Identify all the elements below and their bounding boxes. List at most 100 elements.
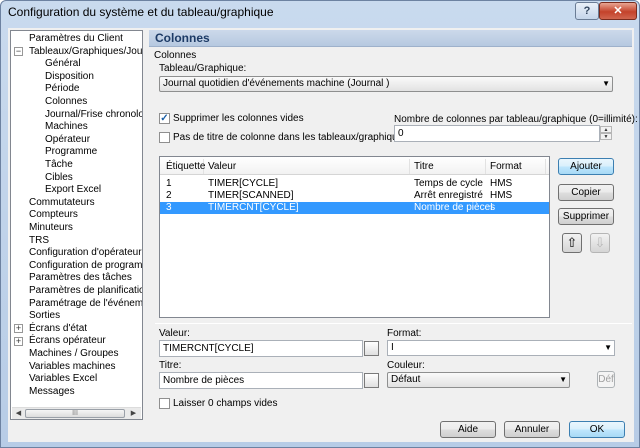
tree-item[interactable]: Tableaux/Graphiques/Journaux <box>29 46 142 58</box>
format-select[interactable]: I ▼ <box>387 340 615 356</box>
settings-tree[interactable]: Messages Variables Excel Variables machine… <box>10 30 143 420</box>
cell-tag: 1 <box>166 178 172 189</box>
tree-item[interactable]: Période <box>45 83 79 95</box>
color-select[interactable]: Défaut ▼ <box>387 372 570 388</box>
column-count-spinner[interactable]: ▲ ▼ <box>600 126 612 141</box>
tree-item[interactable]: Configuration de programme <box>29 260 142 272</box>
collapse-icon[interactable]: − <box>14 47 23 57</box>
expand-icon[interactable]: + <box>14 324 23 334</box>
tree-item[interactable]: Cibles <box>45 172 73 184</box>
tree-item[interactable]: Export Excel <box>45 184 101 196</box>
cell-tag: 3 <box>166 202 172 213</box>
spin-down-icon[interactable]: ▼ <box>600 133 612 140</box>
title-input[interactable]: Nombre de pièces <box>159 372 363 389</box>
cell-value: TIMER[SCANNED] <box>208 190 294 201</box>
tree-item[interactable]: Écrans opérateur <box>29 335 106 347</box>
cell-value: TIMERCNT[CYCLE] <box>208 202 299 213</box>
cell-tag: 2 <box>166 190 172 201</box>
tree-item[interactable]: TRS <box>29 235 49 247</box>
color-label: Couleur: <box>387 360 425 371</box>
cell-title: Temps de cycle <box>414 178 483 189</box>
tree-item[interactable]: Disposition <box>45 71 94 83</box>
cancel-button[interactable]: Annuler <box>504 421 560 438</box>
leave-zero-checkbox[interactable] <box>159 398 170 409</box>
format-value: I <box>391 342 394 353</box>
def-button[interactable]: Déf <box>597 371 615 388</box>
dialog-client-area: Messages Variables Excel Variables machine… <box>8 28 638 442</box>
columns-table[interactable]: Étiquette Valeur Titre Format 1 TIMER[CYC… <box>159 156 550 318</box>
tree-item[interactable]: Tâche <box>45 159 73 171</box>
scroll-left-icon[interactable]: ◀ <box>13 409 24 418</box>
cell-title: Arrêt enregistré <box>414 190 483 201</box>
tree-item[interactable]: Journal/Frise chronologique <box>45 109 142 121</box>
header-format[interactable]: Format <box>486 159 546 174</box>
tree-item[interactable]: Opérateur <box>45 134 90 146</box>
table-row[interactable]: 2 TIMER[SCANNED] Arrêt enregistré HMS <box>160 190 549 202</box>
tree-item[interactable]: Colonnes <box>45 96 87 108</box>
config-dialog: Configuration du système et du tableau/g… <box>0 0 640 448</box>
ok-button[interactable]: OK <box>569 421 625 438</box>
tree-item[interactable]: Variables machines <box>29 361 116 373</box>
scroll-right-icon[interactable]: ▶ <box>128 409 139 418</box>
move-up-icon[interactable]: ⇧ <box>562 233 582 253</box>
expand-icon[interactable]: + <box>14 336 23 346</box>
title-bar[interactable]: Configuration du système et du tableau/g… <box>1 1 639 23</box>
color-value: Défaut <box>391 374 421 385</box>
move-down-icon[interactable]: ⇩ <box>590 233 610 253</box>
window-title: Configuration du système et du tableau/g… <box>8 5 274 19</box>
tree-item[interactable]: Programme <box>45 146 97 158</box>
suppress-empty-label: Supprimer les colonnes vides <box>173 113 304 124</box>
search-icon[interactable] <box>364 341 379 356</box>
tree-item[interactable]: Général <box>45 58 81 70</box>
tree-item[interactable]: Configuration d'opérateur <box>29 247 142 259</box>
tree-item[interactable]: Machines / Groupes <box>29 348 119 360</box>
tree-item[interactable]: Machines <box>45 121 88 133</box>
tree-item[interactable]: Paramètres des tâches <box>29 272 132 284</box>
tree-item[interactable]: Compteurs <box>29 209 78 221</box>
chart-select[interactable]: Journal quotidien d'événements machine (… <box>159 76 613 92</box>
divider <box>155 323 632 324</box>
tree-item[interactable]: Messages <box>29 386 75 398</box>
group-label: Colonnes <box>154 50 197 61</box>
chevron-down-icon: ▼ <box>604 343 612 352</box>
title-label: Titre: <box>159 360 182 371</box>
search-icon[interactable] <box>364 373 379 388</box>
value-input[interactable]: TIMERCNT[CYCLE] <box>159 340 363 357</box>
spin-up-icon[interactable]: ▲ <box>600 126 612 133</box>
tree-item[interactable]: Paramètres du Client <box>29 33 123 45</box>
tree-item[interactable]: Minuteurs <box>29 222 73 234</box>
table-row[interactable]: 3 TIMERCNT[CYCLE] Nombre de pièces I <box>160 202 549 214</box>
scroll-thumb[interactable]: III <box>25 409 125 418</box>
cell-format: HMS <box>490 178 513 189</box>
delete-button[interactable]: Supprimer <box>558 208 614 225</box>
header-tag[interactable]: Étiquette <box>162 159 205 174</box>
column-count-input[interactable]: 0 <box>394 125 600 142</box>
table-header: Étiquette Valeur Titre Format <box>160 157 549 175</box>
tree-item[interactable]: Paramètres de planification <box>29 285 142 297</box>
section-header: Colonnes <box>149 30 632 47</box>
tree-item[interactable]: Sorties <box>29 310 60 322</box>
header-value[interactable]: Valeur <box>204 159 410 174</box>
help-icon[interactable]: ? <box>575 2 599 20</box>
column-count-label: Nombre de colonnes par tableau/graphique… <box>394 114 638 125</box>
leave-zero-label: Laisser 0 champs vides <box>173 398 278 409</box>
no-title-label: Pas de titre de colonne dans les tableau… <box>173 132 409 143</box>
add-button[interactable]: Ajouter <box>558 158 614 175</box>
tree-item[interactable]: Variables Excel <box>29 373 97 385</box>
tree-item[interactable]: Commutateurs <box>29 197 95 209</box>
cell-value: TIMER[CYCLE] <box>208 178 279 189</box>
chevron-down-icon: ▼ <box>602 79 610 88</box>
suppress-empty-checkbox[interactable]: ✓ <box>159 113 170 124</box>
tree-item[interactable]: Paramétrage de l'événement <box>29 298 142 310</box>
tree-item[interactable]: Écrans d'état <box>29 323 87 335</box>
tree-horizontal-scrollbar[interactable]: ◀ III ▶ <box>12 407 141 419</box>
format-label: Format: <box>387 328 422 339</box>
value-label: Valeur: <box>159 328 190 339</box>
help-button[interactable]: Aide <box>440 421 496 438</box>
table-row[interactable]: 1 TIMER[CYCLE] Temps de cycle HMS <box>160 178 549 190</box>
cell-title: Nombre de pièces <box>414 202 496 213</box>
header-title[interactable]: Titre <box>410 159 486 174</box>
no-title-checkbox[interactable] <box>159 132 170 143</box>
copy-button[interactable]: Copier <box>558 184 614 201</box>
close-icon[interactable]: ✕ <box>599 2 637 20</box>
